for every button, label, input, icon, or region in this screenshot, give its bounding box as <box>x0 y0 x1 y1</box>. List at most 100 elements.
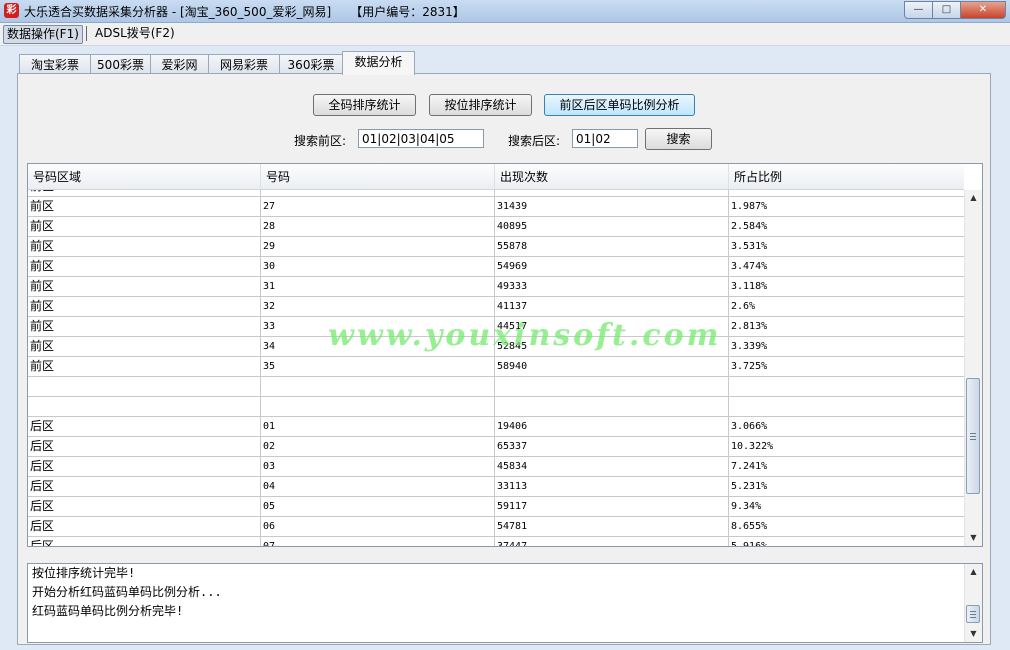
col-header-zone[interactable]: 号码区域 <box>28 164 261 189</box>
table-row[interactable]: 前区 33 44517 2.813% <box>28 317 964 337</box>
cell-count <box>495 377 729 396</box>
back-search-label: 搜索后区: <box>508 134 561 148</box>
cell-zone <box>28 377 261 396</box>
table-row[interactable]: 前区 30 54969 3.474% <box>28 257 964 277</box>
cell-zone: 后区 <box>28 417 261 436</box>
cell-number: 35 <box>261 357 495 376</box>
table-scrollbar[interactable]: ▲ ▼ <box>964 190 982 546</box>
menu-data-operations[interactable]: 数据操作(F1) <box>3 25 83 44</box>
cell-zone: 前区 <box>28 277 261 296</box>
close-button[interactable]: ✕ <box>960 1 1006 19</box>
cell-count: 54781 <box>495 517 729 536</box>
cell-ratio: 1.987% <box>731 201 768 212</box>
table-row[interactable]: 前区 35 58940 3.725% <box>28 357 964 377</box>
window-title: 大乐透合买数据采集分析器 - [淘宝_360_500_爱彩_网易] 【用户编号：… <box>24 3 465 20</box>
position-sort-button[interactable]: 按位排序统计 <box>429 94 532 116</box>
front-search-input[interactable]: 01|02|03|04|05 <box>358 129 484 148</box>
table-row[interactable]: 后区 06 54781 8.655% <box>28 517 964 537</box>
log-scroll-down-icon[interactable]: ▼ <box>965 626 982 642</box>
cell-count: 33113 <box>495 477 729 496</box>
tab-netease[interactable]: 网易彩票 <box>208 54 280 75</box>
table-row[interactable]: 后区 04 33113 5.231% <box>28 477 964 497</box>
cell-count: 19406 <box>495 417 729 436</box>
minimize-button[interactable]: — <box>904 1 933 19</box>
cell-count: 37447 <box>495 537 729 546</box>
cell-number: 01 <box>261 417 495 436</box>
maximize-button[interactable]: □ <box>932 1 961 19</box>
cell-zone <box>28 397 261 416</box>
table-row[interactable]: 后区 03 45834 7.241% <box>28 457 964 477</box>
menu-adsl-dial[interactable]: ADSL拨号(F2) <box>92 25 178 42</box>
table-row[interactable]: 前区 29 55878 3.531% <box>28 237 964 257</box>
scroll-down-arrow-icon[interactable]: ▼ <box>965 530 982 546</box>
app-icon: 彩 <box>4 3 19 18</box>
cell-zone: 前区 <box>28 297 261 316</box>
log-scroll-up-icon[interactable]: ▲ <box>965 564 982 580</box>
cell-number: 28 <box>261 217 495 236</box>
tab-500[interactable]: 500彩票 <box>90 54 151 75</box>
col-header-ratio[interactable]: 所占比例 <box>729 164 964 189</box>
table-row[interactable] <box>28 397 964 417</box>
table-row[interactable]: 后区 05 59117 9.34% <box>28 497 964 517</box>
cell-count: 58940 <box>495 357 729 376</box>
log-scroll-thumb[interactable] <box>966 605 980 623</box>
scroll-up-arrow-icon[interactable]: ▲ <box>965 190 982 206</box>
cell-ratio: 3.474% <box>731 261 768 272</box>
col-header-number[interactable]: 号码 <box>261 164 495 189</box>
tab-aicai[interactable]: 爱彩网 <box>150 54 209 75</box>
cell-zone: 后区 <box>28 457 261 476</box>
cell-zone: 前区 <box>28 217 261 236</box>
cell-ratio: 2.6% <box>731 301 756 312</box>
cell-ratio <box>729 190 964 196</box>
cell-zone: 后区 <box>28 497 261 516</box>
tab-360[interactable]: 360彩票 <box>279 54 343 75</box>
cell-count: 55878 <box>495 237 729 256</box>
menu-separator <box>86 26 87 41</box>
cell-zone: 前区 <box>28 190 261 196</box>
cell-count: 52845 <box>495 337 729 356</box>
ratio-analysis-button[interactable]: 前区后区单码比例分析 <box>544 94 695 116</box>
cell-number: 04 <box>261 477 495 496</box>
cell-zone: 后区 <box>28 537 261 546</box>
cell-count: 41137 <box>495 297 729 316</box>
table-row[interactable]: 前区 34 52845 3.339% <box>28 337 964 357</box>
col-header-count[interactable]: 出现次数 <box>495 164 729 189</box>
cell-number: 06 <box>261 517 495 536</box>
full-sort-button[interactable]: 全码排序统计 <box>313 94 416 116</box>
cell-count: 49333 <box>495 277 729 296</box>
log-scrollbar[interactable]: ▲ ▼ <box>964 564 982 642</box>
search-button[interactable]: 搜索 <box>645 128 712 150</box>
cell-zone: 前区 <box>28 357 261 376</box>
cell-ratio: 5.916% <box>729 537 964 546</box>
cell-ratio: 3.066% <box>731 421 768 432</box>
cell-number: 27 <box>261 197 495 216</box>
cell-ratio <box>729 397 964 416</box>
table-row[interactable]: 前区26 <box>28 190 964 197</box>
table-row[interactable]: 后区 01 19406 3.066% <box>28 417 964 437</box>
cell-count: 54969 <box>495 257 729 276</box>
table-row[interactable]: 前区 28 40895 2.584% <box>28 217 964 237</box>
table-row[interactable]: 后区07374475.916% <box>28 537 964 546</box>
cell-ratio: 9.34% <box>731 501 762 512</box>
table-row[interactable]: 前区 32 41137 2.6% <box>28 297 964 317</box>
table-row[interactable]: 前区 27 31439 1.987% <box>28 197 964 217</box>
cell-ratio: 3.339% <box>731 341 768 352</box>
table-row[interactable]: 前区 31 49333 3.118% <box>28 277 964 297</box>
cell-number: 30 <box>261 257 495 276</box>
log-line: 开始分析红码蓝码单码比例分析... <box>32 585 222 599</box>
cell-ratio: 3.725% <box>731 361 768 372</box>
back-search-input[interactable]: 01|02 <box>572 129 638 148</box>
table-scroll-thumb[interactable] <box>966 378 980 494</box>
log-output[interactable]: 按位排序统计完毕! 开始分析红码蓝码单码比例分析... 红码蓝码单码比例分析完毕… <box>27 563 983 643</box>
window-controls: — □ ✕ <box>904 1 1006 19</box>
table-row[interactable]: 后区 02 65337 10.322% <box>28 437 964 457</box>
tab-taobao[interactable]: 淘宝彩票 <box>19 54 91 75</box>
cell-number: 05 <box>261 497 495 516</box>
table-rows: 前区26前区27314391.987%前区28408952.584%前区2955… <box>28 190 964 546</box>
tab-data-analysis[interactable]: 数据分析 <box>342 51 415 75</box>
cell-zone: 前区 <box>28 257 261 276</box>
cell-number: 33 <box>261 317 495 336</box>
table-row[interactable] <box>28 377 964 397</box>
cell-number: 26 <box>261 190 495 196</box>
title-bar: 彩 大乐透合买数据采集分析器 - [淘宝_360_500_爱彩_网易] 【用户编… <box>0 0 1010 23</box>
